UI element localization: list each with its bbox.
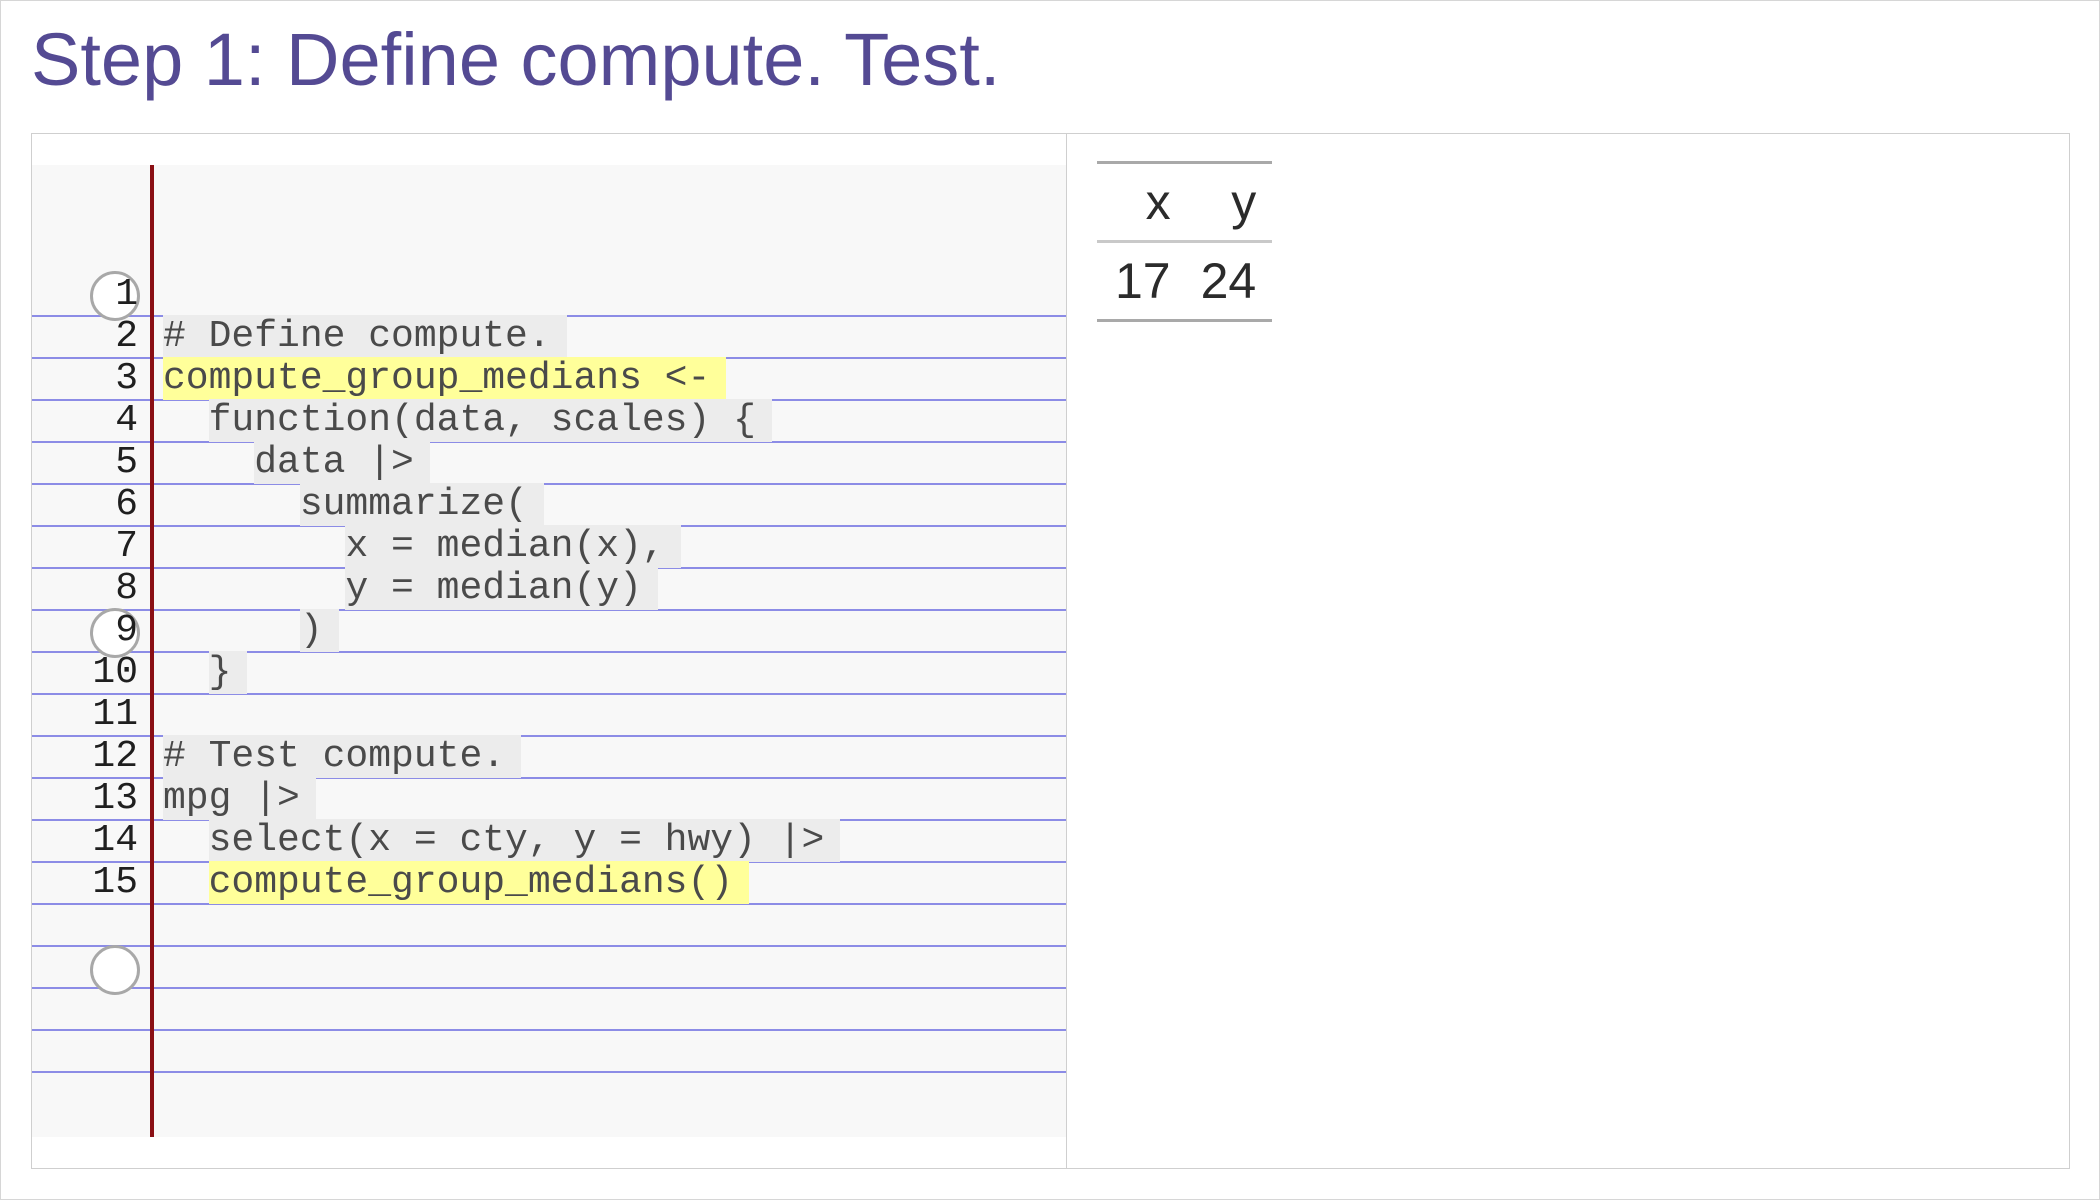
line-number: 6 <box>115 483 138 526</box>
code-line: 6 summarize( <box>32 483 1066 526</box>
code-text: x = median(x), <box>163 525 681 568</box>
code-segment: } <box>208 651 248 694</box>
line-number: 8 <box>115 567 138 610</box>
line-number: 11 <box>92 693 138 736</box>
code-text: mpg |> <box>163 777 316 820</box>
notebook-rule-line <box>32 1071 1066 1073</box>
code-segment: data |> <box>254 441 430 484</box>
code-text: compute_group_medians <- <box>163 357 727 400</box>
code-segment: ) <box>299 609 339 652</box>
code-text: } <box>163 651 248 694</box>
code-line: 2 # Define compute. <box>32 315 1066 358</box>
code-segment: function(data, scales) { <box>208 399 772 442</box>
output-panel: x y 17 24 <box>1067 134 2069 1168</box>
line-number: 5 <box>115 441 138 484</box>
code-line: 10 } <box>32 651 1066 694</box>
code-line: 9 ) <box>32 609 1066 652</box>
code-segment: summarize( <box>299 483 544 526</box>
code-line: 4 function(data, scales) { <box>32 399 1066 442</box>
code-text: summarize( <box>163 483 544 526</box>
line-number: 10 <box>92 651 138 694</box>
highlighted-code-segment: compute_group_medians() <box>208 861 750 904</box>
line-number: 7 <box>115 525 138 568</box>
output-table-row: 17 24 <box>1097 242 1273 321</box>
notebook-rule-line <box>32 945 1066 947</box>
code-text: function(data, scales) { <box>163 399 772 442</box>
code-line: 1 <box>32 274 1066 316</box>
code-line: 3 compute_group_medians <- <box>32 357 1066 400</box>
code-segment: x = median(x), <box>345 525 681 568</box>
line-number: 14 <box>92 819 138 862</box>
code-line: 5 data |> <box>32 441 1066 484</box>
output-table-header: y <box>1231 174 1257 230</box>
code-text: # Define compute. <box>163 315 567 358</box>
code-segment: mpg |> <box>163 777 316 820</box>
line-number: 12 <box>92 735 138 778</box>
code-line: 14 select(x = cty, y = hwy) |> <box>32 819 1066 862</box>
output-table-header: x <box>1145 174 1171 230</box>
output-table-cell: 24 <box>1200 253 1257 309</box>
line-number: 15 <box>92 861 138 904</box>
code-line: 7 x = median(x), <box>32 525 1066 568</box>
code-segment: # Define compute. <box>163 315 567 358</box>
notebook-paper: 1 2 # Define compute. 3 compute_group_median… <box>32 165 1066 1137</box>
code-panel: 1 2 # Define compute. 3 compute_group_median… <box>32 134 1067 1168</box>
code-segment: y = median(y) <box>345 567 658 610</box>
notebook-rule-line <box>32 1029 1066 1031</box>
binder-hole-icon <box>90 945 140 995</box>
code-text: select(x = cty, y = hwy) |> <box>163 819 841 862</box>
notebook-rule-line <box>32 987 1066 989</box>
code-text: # Test compute. <box>163 735 522 778</box>
output-table-cell: 17 <box>1115 253 1171 309</box>
output-table-header-row: x y <box>1097 162 1273 242</box>
code-text: ) <box>163 609 339 652</box>
code-text: compute_group_medians() <box>163 861 750 904</box>
slide-title: Step 1: Define compute. Test. <box>31 18 1001 101</box>
output-table: x y 17 24 <box>1097 161 1273 322</box>
code-line: 8 y = median(y) <box>32 567 1066 610</box>
code-segment: # Test compute. <box>163 735 522 778</box>
line-number: 13 <box>92 777 138 820</box>
code-segment: select(x = cty, y = hwy) |> <box>208 819 841 862</box>
line-number: 1 <box>115 273 138 316</box>
line-number: 9 <box>115 609 138 652</box>
panels-container: 1 2 # Define compute. 3 compute_group_median… <box>31 133 2070 1169</box>
code-text: data |> <box>163 441 430 484</box>
code-line: 15 compute_group_medians() <box>32 861 1066 904</box>
line-number: 3 <box>115 357 138 400</box>
code-line: 12 # Test compute. <box>32 735 1066 778</box>
highlighted-code-segment: compute_group_medians <- <box>163 357 727 400</box>
code-text: y = median(y) <box>163 567 658 610</box>
code-line: 11 <box>32 694 1066 736</box>
line-number: 4 <box>115 399 138 442</box>
code-line: 13 mpg |> <box>32 777 1066 820</box>
line-number: 2 <box>115 315 138 358</box>
